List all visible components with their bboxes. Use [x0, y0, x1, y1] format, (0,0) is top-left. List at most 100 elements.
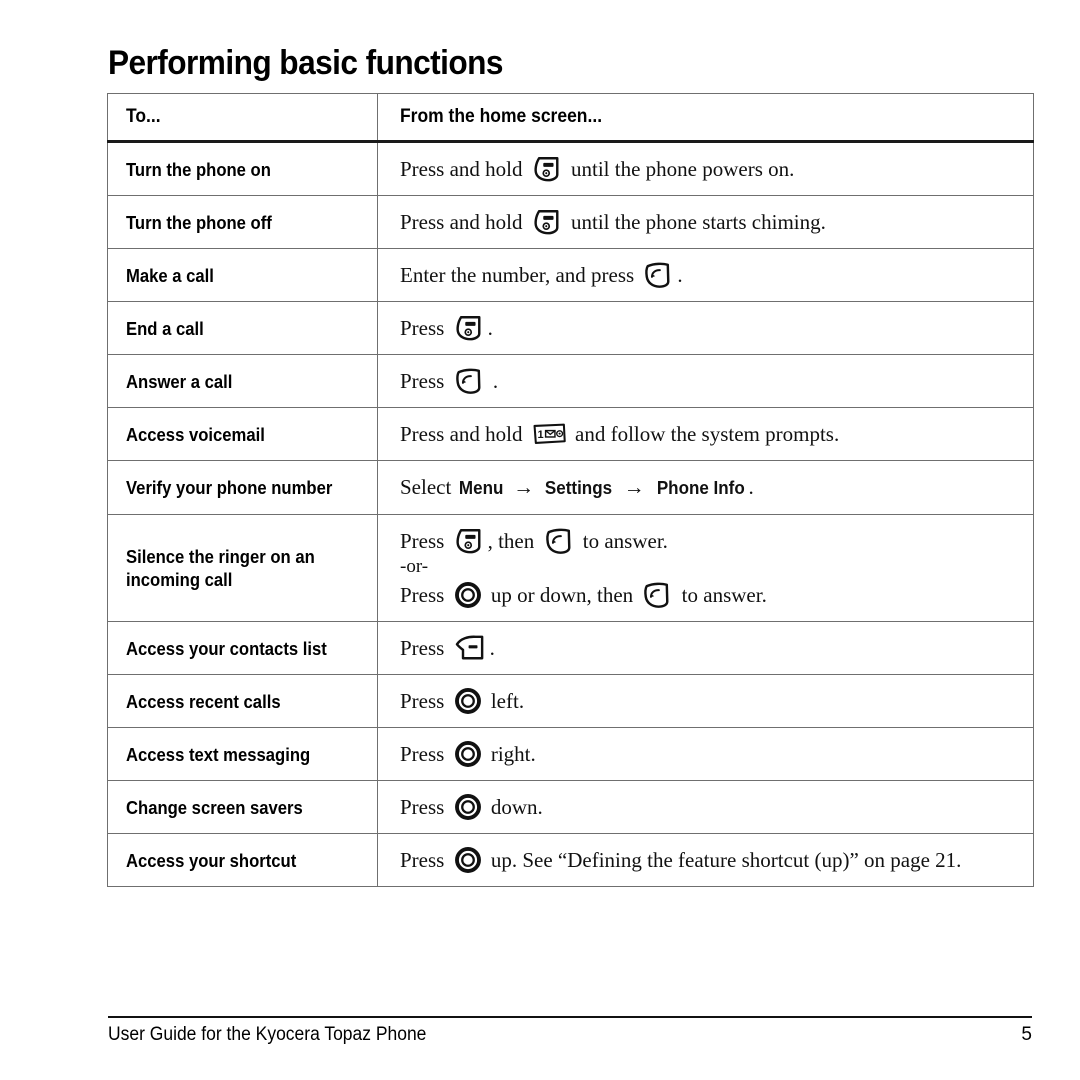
action-text: Press and hold — [400, 157, 528, 181]
action-text: and follow the system prompts. — [569, 422, 840, 446]
table-row: Verify your phone number Select Menu → Se… — [107, 460, 1034, 515]
action-text: . — [487, 369, 499, 393]
navigation-key-icon — [454, 793, 482, 821]
page-title: Performing basic functions — [108, 44, 503, 82]
action-text: Select — [400, 475, 457, 499]
action-text: Press — [400, 636, 450, 660]
task-label: Answer a call — [126, 370, 233, 392]
action-line: Press and hold until the phone powers on… — [400, 154, 1033, 184]
footer-guide-title: User Guide for the Kyocera Topaz Phone — [108, 1024, 427, 1045]
action-line: Enter the number, and press . — [400, 260, 1033, 290]
action-text: right. — [485, 742, 536, 766]
table-cell-action: Press , then to answer. -or- Press up or d… — [377, 514, 1034, 622]
action-text: . — [677, 263, 683, 287]
action-text: down. — [485, 795, 543, 819]
action-line: Press and hold until the phone starts ch… — [400, 207, 1033, 237]
table-row: Silence the ringer on an incoming call Pr… — [107, 514, 1034, 622]
task-label: Access voicemail — [126, 423, 265, 445]
task-label: Access your shortcut — [126, 849, 297, 871]
arrow-icon: → — [507, 475, 540, 499]
table-cell-task: Answer a call — [107, 354, 378, 408]
table-cell-task: Access text messaging — [107, 727, 378, 781]
action-text: . — [748, 475, 754, 499]
task-label: Make a call — [126, 264, 214, 286]
table-row: Access text messaging Press right. — [107, 727, 1034, 781]
table-row: Turn the phone off Press and hold until t… — [107, 195, 1034, 249]
action-text: Press — [400, 583, 450, 607]
action-text: . — [487, 316, 493, 340]
action-text: up or down, then — [485, 583, 639, 607]
action-text: Enter the number, and press — [400, 263, 640, 287]
action-text: until the phone starts chiming. — [565, 210, 826, 234]
action-text: Press and hold — [400, 210, 528, 234]
send-key-icon — [643, 261, 673, 289]
svg-text:1: 1 — [537, 429, 543, 441]
table-cell-action: Press . — [377, 621, 1034, 675]
action-line: Select Menu → Settings → Phone Info. — [400, 472, 1033, 503]
table-row: Change screen savers Press down. — [107, 780, 1034, 834]
table-cell-task: Change screen savers — [107, 780, 378, 834]
table-cell-task: Turn the phone on — [107, 141, 378, 196]
table-cell-task: Verify your phone number — [107, 460, 378, 515]
action-line: Press up. See “Defining the feature shor… — [400, 845, 1033, 875]
send-key-icon — [454, 367, 484, 395]
action-text: Press and hold — [400, 422, 528, 446]
action-text: Press — [400, 369, 450, 393]
table-header-to: To... — [107, 93, 378, 143]
navigation-key-icon — [454, 740, 482, 768]
table-header-from-home-screen-label: From the home screen... — [400, 106, 603, 127]
action-text: Press — [400, 742, 450, 766]
task-label: Verify your phone number — [126, 477, 333, 498]
table-cell-task: Make a call — [107, 248, 378, 302]
table-cell-action: Press . — [377, 354, 1034, 408]
menu-term: Settings — [545, 477, 613, 498]
action-line: Press down. — [400, 792, 1033, 822]
action-line: Press right. — [400, 739, 1033, 769]
page-footer: User Guide for the Kyocera Topaz Phone 5 — [108, 1024, 1032, 1046]
footer-page-number: 5 — [1021, 1024, 1032, 1045]
end-key-icon — [532, 208, 562, 236]
table-cell-action: Press . — [377, 301, 1034, 355]
table-cell-action: Select Menu → Settings → Phone Info. — [377, 460, 1034, 515]
action-line: Press up or down, then to answer. — [400, 580, 1033, 610]
action-text: Press — [400, 795, 450, 819]
table-header-row: To... From the home screen... — [107, 93, 1034, 143]
voicemail-key-icon: 1 — [532, 422, 566, 446]
send-key-icon — [544, 527, 574, 555]
table-cell-action: Press down. — [377, 780, 1034, 834]
action-line: Press . — [400, 633, 1033, 663]
table-cell-task: Access your shortcut — [107, 833, 378, 887]
or-separator: -or- — [400, 556, 429, 577]
table-cell-task: Silence the ringer on an incoming call — [107, 514, 378, 622]
table-row: End a call Press . — [107, 301, 1034, 355]
end-key-icon — [454, 527, 484, 555]
table-row: Access voicemail Press and hold 1 and fol… — [107, 407, 1034, 461]
action-text: . — [489, 636, 495, 660]
table-cell-task: Access your contacts list — [107, 621, 378, 675]
action-line: Press left. — [400, 686, 1033, 716]
table-cell-action: Enter the number, and press . — [377, 248, 1034, 302]
menu-term: Phone Info — [656, 477, 745, 498]
table-cell-action: Press and hold 1 and follow the system p… — [377, 407, 1034, 461]
arrow-icon: → — [618, 475, 650, 499]
task-label: Access recent calls — [126, 690, 281, 712]
action-text: Press — [400, 316, 450, 340]
table-cell-action: Press left. — [377, 674, 1034, 728]
action-text: Press — [400, 529, 450, 553]
table-header-to-label: To... — [126, 106, 161, 127]
table-row: Access your contacts list Press . — [107, 621, 1034, 675]
table-header-from-home-screen: From the home screen... — [377, 93, 1034, 143]
action-text: to answer. — [676, 583, 767, 607]
action-line: Press . — [400, 313, 1033, 343]
document-page: Performing basic functions To... From th… — [0, 0, 1080, 1080]
end-key-icon — [454, 314, 484, 342]
navigation-key-icon — [454, 687, 482, 715]
task-label: Turn the phone on — [126, 158, 271, 180]
navigation-key-icon — [454, 846, 482, 874]
task-label: Change screen savers — [126, 796, 303, 818]
send-key-icon — [642, 581, 672, 609]
navigation-key-icon — [454, 581, 482, 609]
action-text: Press — [400, 689, 450, 713]
action-text: Press — [400, 848, 450, 872]
table-row: Make a call Enter the number, and press . — [107, 248, 1034, 302]
